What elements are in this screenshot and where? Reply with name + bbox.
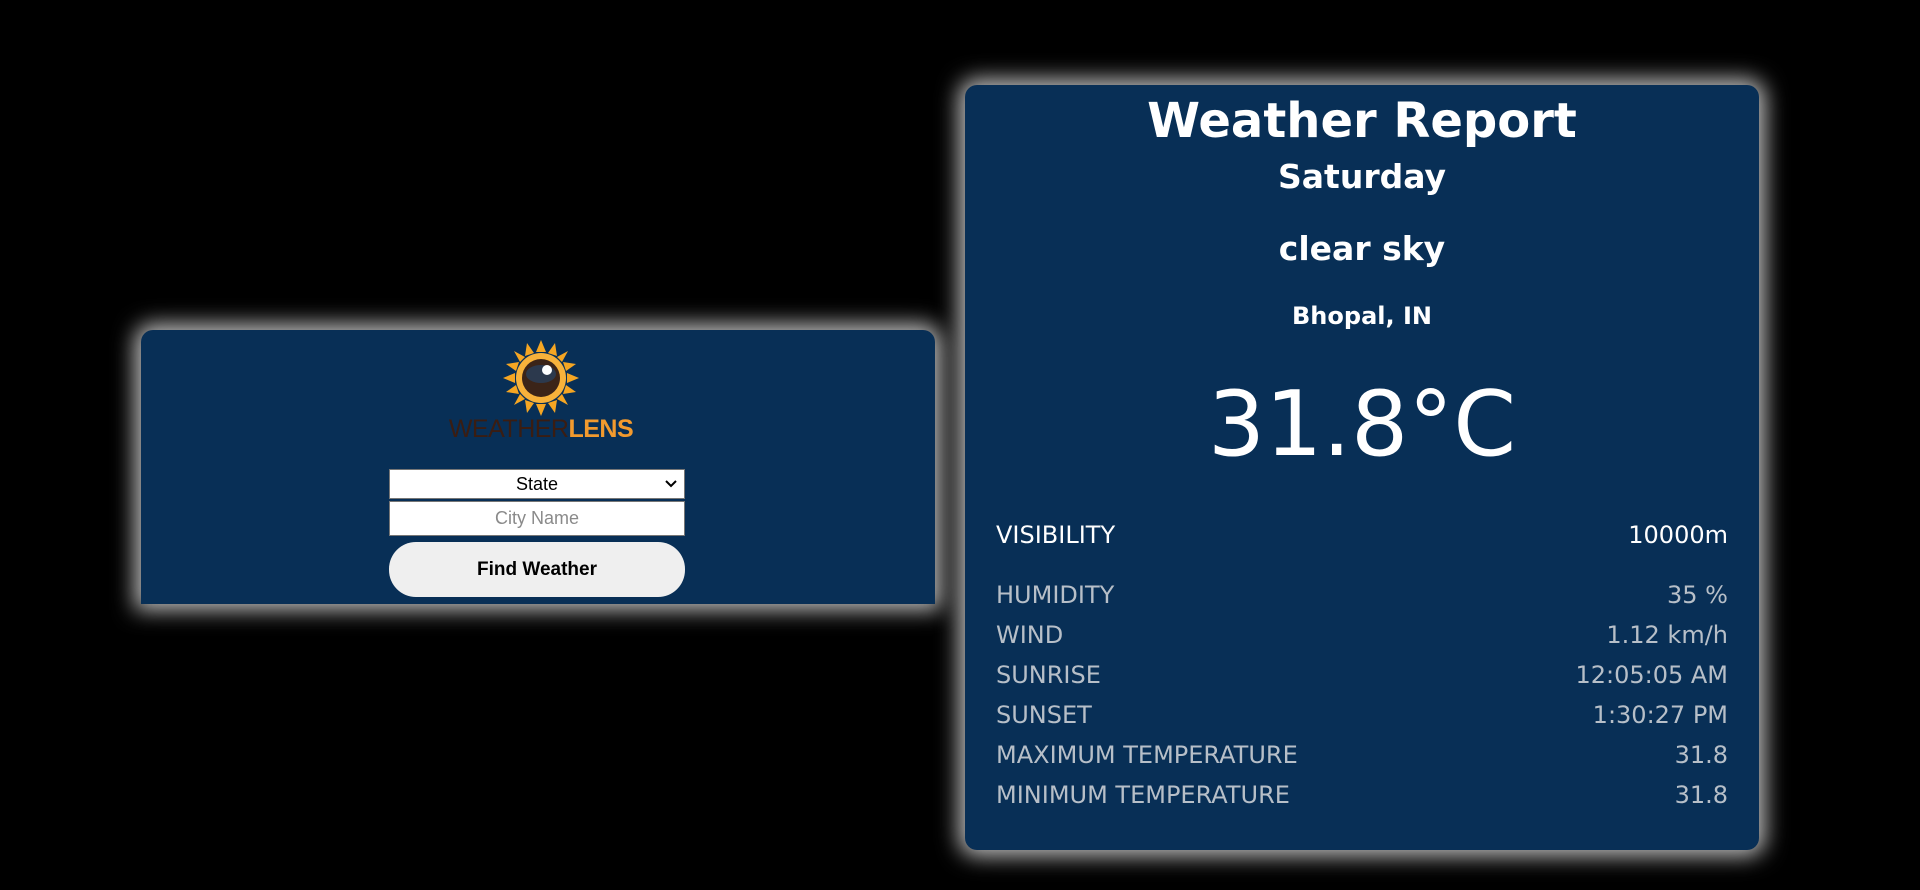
sunrise-row: SUNRISE 12:05:05 AM [996, 658, 1728, 692]
min-temperature-label: MINIMUM TEMPERATURE [996, 781, 1290, 809]
current-temperature: 31.8°C [1207, 372, 1517, 477]
weatherlens-logo: WEATHERLENS [441, 340, 641, 444]
min-temperature-value: 31.8 [1674, 781, 1728, 809]
wind-value: 1.12 km/h [1606, 621, 1728, 649]
find-weather-button[interactable]: Find Weather [389, 542, 685, 597]
city-name-input[interactable]: City Name [389, 501, 685, 536]
visibility-row: VISIBILITY 10000m [996, 518, 1728, 552]
wind-label: WIND [996, 621, 1064, 649]
sunset-row: SUNSET 1:30:27 PM [996, 698, 1728, 732]
search-card: WEATHERLENS State City Name Find Weather [141, 330, 935, 604]
sunset-label: SUNSET [996, 701, 1092, 729]
logo-word-lens: LENS [568, 415, 634, 443]
wind-row: WIND 1.12 km/h [996, 618, 1728, 652]
humidity-row: HUMIDITY 35 % [996, 578, 1728, 612]
weather-description: clear sky [1278, 229, 1446, 268]
sunrise-label: SUNRISE [996, 661, 1101, 689]
report-location: Bhopal, IN [1292, 302, 1432, 330]
logo-wordmark: WEATHERLENS [441, 414, 641, 444]
visibility-value: 10000m [1628, 521, 1728, 549]
report-day: Saturday [1278, 157, 1446, 196]
visibility-label: VISIBILITY [996, 521, 1116, 549]
sunrise-value: 12:05:05 AM [1575, 661, 1728, 689]
max-temperature-row: MAXIMUM TEMPERATURE 31.8 [996, 738, 1728, 772]
max-temperature-value: 31.8 [1674, 741, 1728, 769]
humidity-value: 35 % [1667, 581, 1728, 609]
weather-report-card: Weather Report Saturday clear sky Bhopal… [965, 85, 1759, 850]
sun-eye-logo-icon [503, 340, 579, 416]
chevron-down-icon [665, 470, 677, 498]
logo-word-weather: WEATHER [448, 415, 569, 443]
state-select-value: State [515, 474, 559, 494]
humidity-label: HUMIDITY [996, 581, 1115, 609]
min-temperature-row: MINIMUM TEMPERATURE 31.8 [996, 778, 1728, 812]
page: WEATHERLENS State City Name Find Weather… [0, 0, 1920, 890]
report-title: Weather Report [1147, 93, 1577, 149]
max-temperature-label: MAXIMUM TEMPERATURE [996, 741, 1298, 769]
city-name-placeholder: City Name [494, 508, 579, 528]
state-select[interactable]: State [389, 469, 685, 499]
sunset-value: 1:30:27 PM [1592, 701, 1728, 729]
